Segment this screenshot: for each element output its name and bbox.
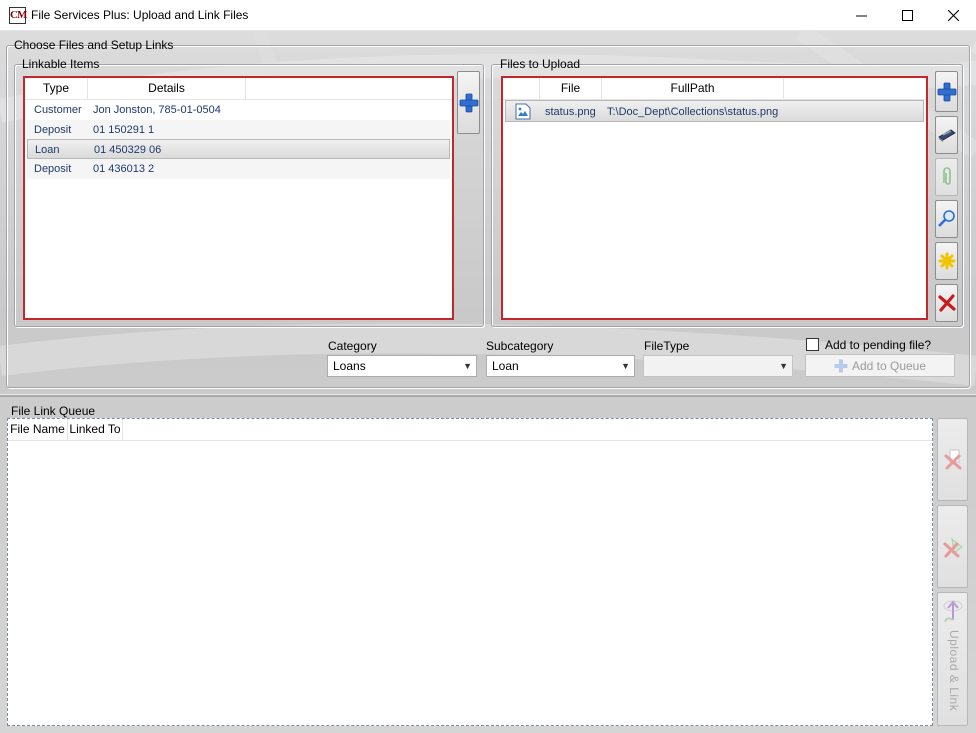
linkable-items-list[interactable]: Type Details Customer Jon Jonston, 785-0… xyxy=(23,76,454,320)
file-fullpath: T:\Doc_Dept\Collections\status.png xyxy=(607,106,779,118)
file-link-queue-list[interactable]: File Name Linked To xyxy=(7,418,933,726)
file-name: status.png xyxy=(545,106,596,118)
column-header-type[interactable]: Type xyxy=(25,78,88,99)
add-file-button[interactable] xyxy=(935,71,958,112)
item-type: Customer xyxy=(34,104,82,116)
remove-link-button[interactable] xyxy=(937,418,968,501)
add-to-queue-label: Add to Queue xyxy=(851,358,927,373)
delete-x-icon xyxy=(937,294,956,312)
new-button[interactable] xyxy=(935,242,958,280)
linkable-items-label: Linkable Items xyxy=(22,57,100,71)
upload-link-icon xyxy=(943,600,962,623)
close-button[interactable] xyxy=(930,0,976,31)
window-title: File Services Plus: Upload and Link File… xyxy=(31,8,249,22)
item-details: 01 436013 2 xyxy=(93,163,155,175)
list-item[interactable]: Deposit 01 436013 2 xyxy=(27,159,450,179)
subcategory-label: Subcategory xyxy=(486,339,554,353)
column-header-file[interactable]: File xyxy=(540,78,602,99)
asterisk-icon xyxy=(938,252,955,270)
app-icon: CM xyxy=(9,7,27,24)
list-item[interactable]: Deposit 01 150291 1 xyxy=(27,120,450,140)
item-type: Deposit xyxy=(34,163,72,175)
item-details: 01 450329 06 xyxy=(94,144,162,156)
main-window: Choose Files and Setup Links Linkable It… xyxy=(0,31,976,733)
remove-item-icon xyxy=(943,537,963,557)
chevron-down-icon: ▼ xyxy=(621,361,630,371)
remove-item-button[interactable] xyxy=(937,505,968,588)
chevron-down-icon: ▼ xyxy=(463,361,472,371)
column-header-linked-to[interactable]: Linked To xyxy=(68,419,123,440)
close-icon xyxy=(947,9,959,22)
item-type: Deposit xyxy=(34,124,72,136)
column-header-fullpath[interactable]: FullPath xyxy=(602,78,784,99)
subcategory-value: Loan xyxy=(492,359,519,373)
scanner-icon xyxy=(937,129,956,142)
minimize-button[interactable] xyxy=(838,0,884,31)
paperclip-icon xyxy=(942,167,951,185)
image-file-icon xyxy=(515,103,531,128)
add-plus-icon xyxy=(937,82,956,101)
chevron-down-icon: ▼ xyxy=(779,361,788,371)
pending-file-checkbox[interactable] xyxy=(806,338,819,351)
item-details: Jon Jonston, 785-01-0504 xyxy=(93,104,221,116)
item-details: 01 150291 1 xyxy=(93,124,155,136)
attach-button[interactable] xyxy=(935,158,958,196)
preview-button[interactable] xyxy=(935,200,958,238)
splitter[interactable] xyxy=(0,394,976,397)
files-to-upload-list[interactable]: File FullPath status.png T:\Doc_Dept\Col… xyxy=(501,76,928,320)
files-to-upload-label: Files to Upload xyxy=(500,57,581,71)
column-header-file-name[interactable]: File Name xyxy=(8,419,68,440)
list-item-selected[interactable]: Loan 01 450329 06 xyxy=(27,139,450,159)
minimize-icon xyxy=(855,15,867,17)
file-link-queue-label: File Link Queue xyxy=(11,404,96,418)
filetype-select[interactable]: ▼ xyxy=(643,355,793,377)
add-to-queue-button[interactable]: Add to Queue xyxy=(805,354,955,377)
delete-file-button[interactable] xyxy=(935,284,958,322)
setup-group-label: Choose Files and Setup Links xyxy=(14,38,174,52)
header-divider xyxy=(8,440,932,441)
upload-link-button[interactable]: Upload & Link xyxy=(937,592,968,726)
list-item[interactable]: Customer Jon Jonston, 785-01-0504 xyxy=(27,100,450,120)
add-linkable-item-button[interactable] xyxy=(457,71,480,134)
item-type: Loan xyxy=(35,144,60,156)
category-value: Loans xyxy=(333,359,366,373)
maximize-button[interactable] xyxy=(884,0,930,31)
scan-button[interactable] xyxy=(935,116,958,154)
column-header-details[interactable]: Details xyxy=(88,78,246,99)
category-select[interactable]: Loans ▼ xyxy=(327,355,477,377)
maximize-icon xyxy=(901,10,913,22)
add-plus-icon xyxy=(834,359,848,372)
file-row[interactable]: status.png T:\Doc_Dept\Collections\statu… xyxy=(505,100,924,122)
filetype-label: FileType xyxy=(644,339,690,353)
magnifier-icon xyxy=(937,210,955,227)
add-plus-icon xyxy=(459,93,478,112)
column-header-icon xyxy=(503,78,540,99)
category-label: Category xyxy=(328,339,377,353)
pending-file-label: Add to pending file? xyxy=(825,338,932,352)
subcategory-select[interactable]: Loan ▼ xyxy=(486,355,635,377)
remove-link-icon xyxy=(944,449,961,469)
upload-link-label: Upload & Link xyxy=(947,630,961,712)
title-bar: CM File Services Plus: Upload and Link F… xyxy=(0,0,976,31)
